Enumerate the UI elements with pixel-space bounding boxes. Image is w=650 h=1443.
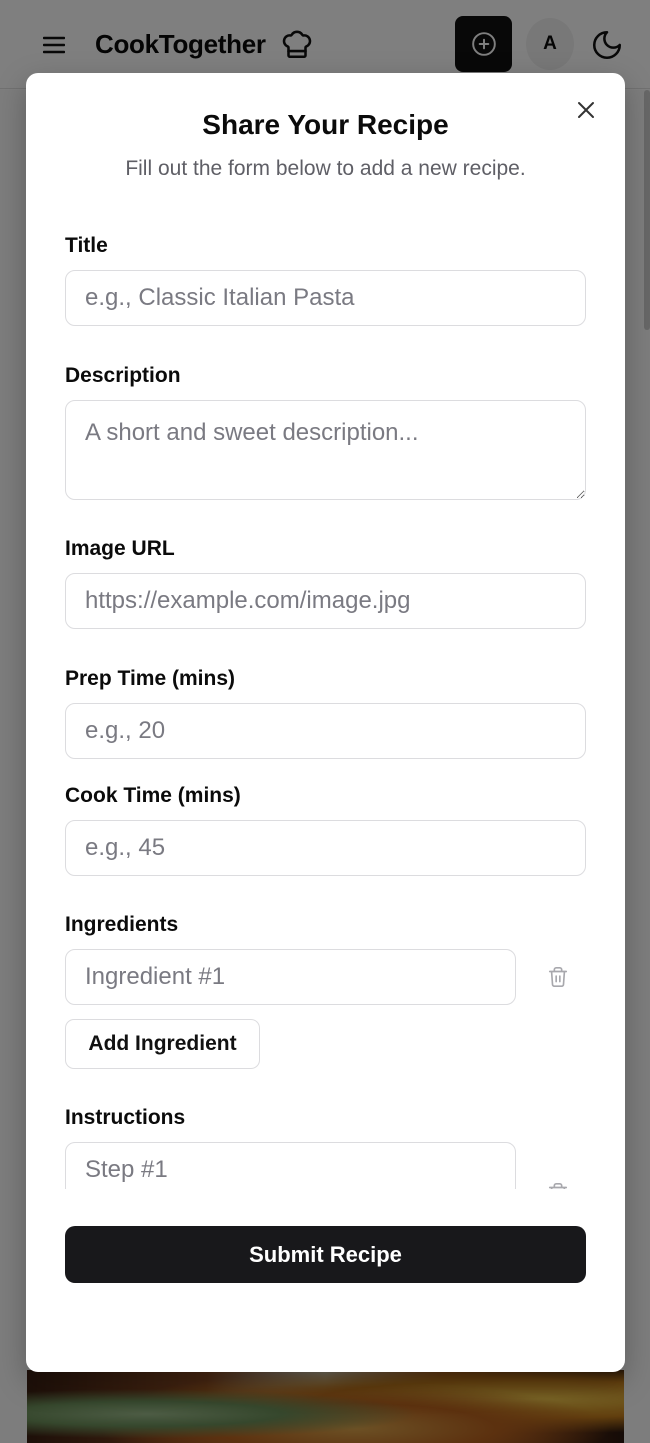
trash-icon [548,1183,568,1189]
instructions-scroll-area[interactable] [26,1133,625,1189]
description-textarea[interactable] [65,400,586,500]
dialog-subtitle: Fill out the form below to add a new rec… [125,157,526,180]
add-ingredient-button[interactable]: Add Ingredient [65,1019,260,1069]
trash-icon [548,967,568,987]
instruction-input[interactable] [65,1142,516,1189]
image-url-label: Image URL [65,537,175,560]
dialog-title: Share Your Recipe [202,109,449,140]
prep-time-label: Prep Time (mins) [65,667,235,690]
title-label: Title [65,234,108,257]
remove-instruction-button[interactable] [546,1180,570,1189]
submit-recipe-button[interactable]: Submit Recipe [65,1226,586,1283]
title-input[interactable] [65,270,586,326]
instructions-label: Instructions [65,1106,186,1129]
remove-ingredient-button[interactable] [546,964,570,990]
ingredients-label: Ingredients [65,913,179,936]
image-url-input[interactable] [65,573,586,629]
prep-time-input[interactable] [65,703,586,759]
description-label: Description [65,364,181,387]
share-recipe-dialog: Share Your Recipe Fill out the form belo… [26,73,625,1372]
cook-time-label: Cook Time (mins) [65,784,241,807]
ingredient-input[interactable] [65,949,516,1005]
cook-time-input[interactable] [65,820,586,876]
